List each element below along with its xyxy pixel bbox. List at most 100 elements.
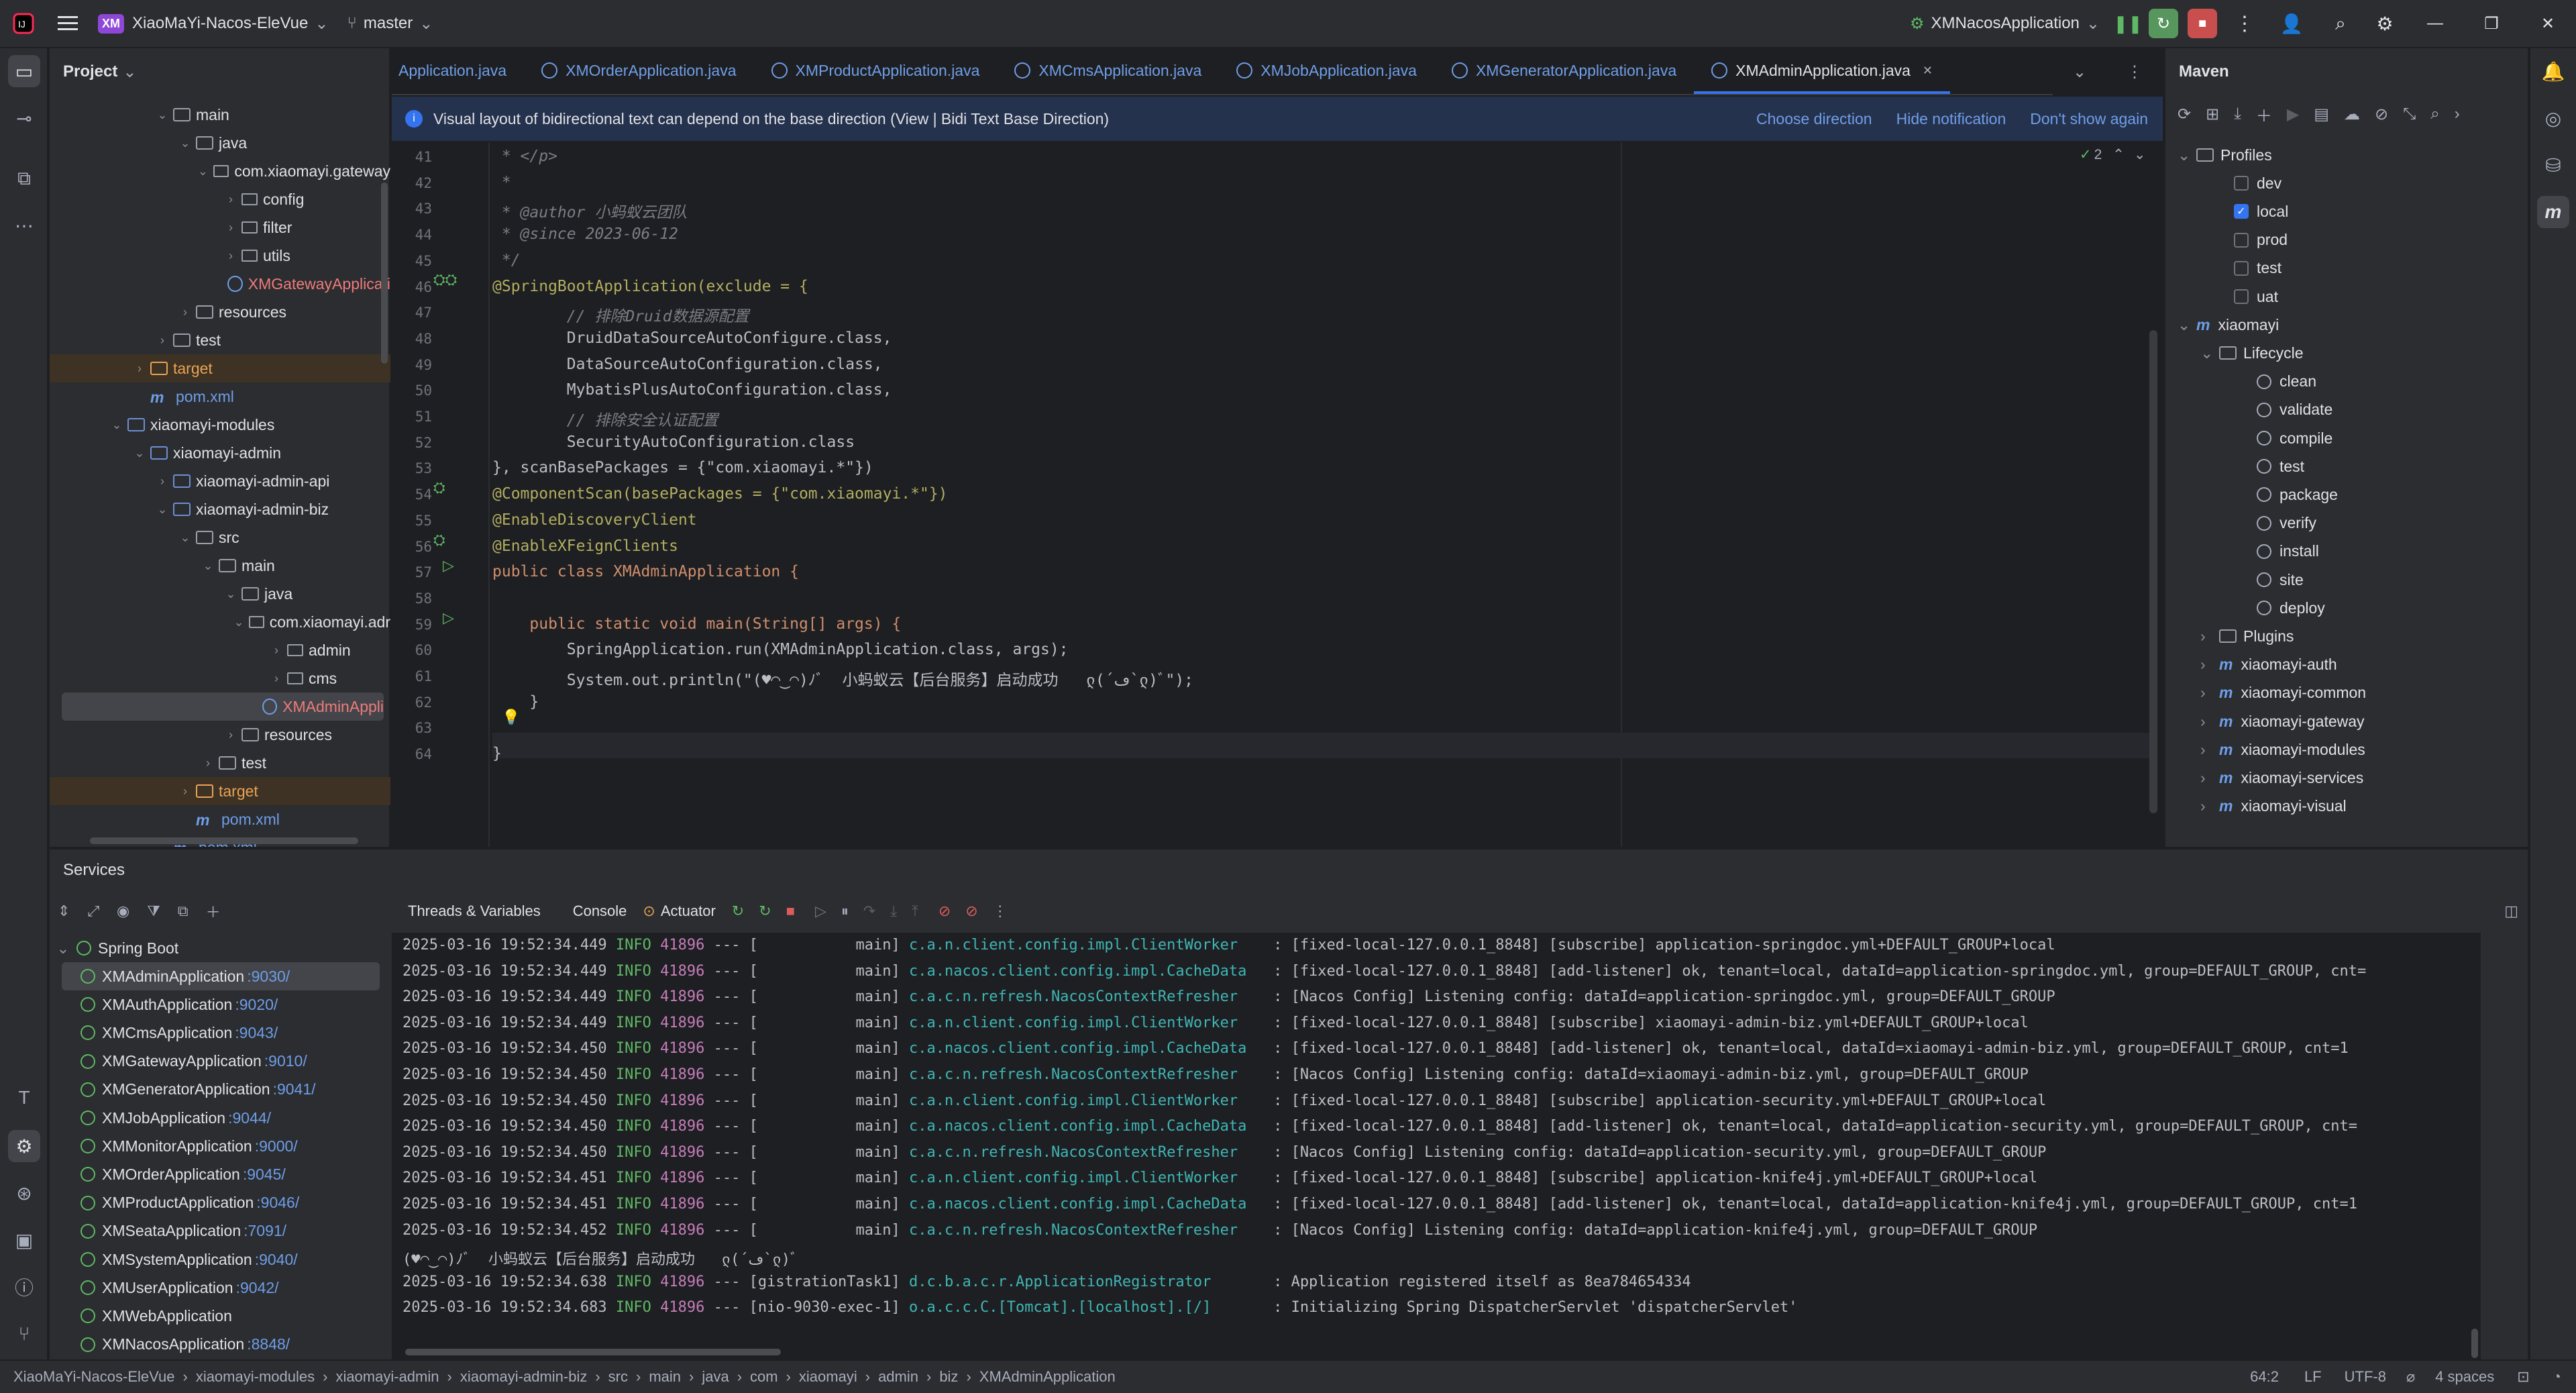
search-goal-icon[interactable]: ⌕ xyxy=(2430,105,2439,123)
service-port[interactable]: :9020/ xyxy=(235,996,278,1014)
maven-tree-item[interactable]: › m xiaomayi-modules xyxy=(2165,735,2528,764)
maven-tree-item[interactable]: ⌄ Profiles xyxy=(2165,141,2528,169)
intention-bulb-icon[interactable]: 💡 xyxy=(502,709,520,726)
breadcrumb-item[interactable]: java xyxy=(702,1368,729,1386)
inspection-widget[interactable]: ✓ 2 ⌃ ⌄ xyxy=(2080,146,2146,163)
project-scrollbar[interactable] xyxy=(381,183,388,364)
maven-tree-item[interactable]: prod xyxy=(2165,226,2528,254)
tree-item[interactable]: ⌄ xiaomayi-admin-biz xyxy=(50,495,390,523)
breadcrumb-item[interactable]: xiaomayi xyxy=(799,1368,857,1386)
chevron-right-icon[interactable]: › xyxy=(200,756,216,770)
dont-show-again-link[interactable]: Don't show again xyxy=(2030,110,2148,128)
step-over-icon[interactable]: ↷ xyxy=(863,902,875,920)
service-item[interactable]: XMCmsApplication:9043/ xyxy=(50,1019,385,1047)
chevron-right-icon[interactable]: › xyxy=(131,362,148,376)
service-item[interactable]: XMUserApplication:9042/ xyxy=(50,1274,385,1302)
filter-icon[interactable]: ⧩ xyxy=(147,902,160,920)
tree-item[interactable]: ⌄ java xyxy=(50,129,390,157)
project-switcher[interactable]: XM XiaoMaYi-Nacos-EleVue ⌄ xyxy=(89,0,337,48)
chevron-down-icon[interactable]: ⌄ xyxy=(2178,146,2196,164)
maven-tree-item[interactable]: compile xyxy=(2165,424,2528,452)
editor-tab[interactable]: XMOrderApplication.java xyxy=(524,48,753,94)
maven-tree-item[interactable]: ✓ local xyxy=(2165,197,2528,225)
chevron-right-icon[interactable]: › xyxy=(268,643,284,658)
app-logo-icon[interactable]: IJ xyxy=(0,0,47,48)
tree-item[interactable]: ⌄ src xyxy=(50,523,390,552)
editor-tab[interactable]: XMCmsApplication.java xyxy=(997,48,1219,94)
service-port[interactable]: :9040/ xyxy=(255,1251,298,1269)
maven-file-icon[interactable]: ▤ xyxy=(2314,105,2329,124)
line-separator[interactable]: LF xyxy=(2304,1368,2322,1386)
chevron-down-icon[interactable]: ⌄ xyxy=(2178,316,2196,334)
maven-tree-item[interactable]: clean xyxy=(2165,368,2528,396)
chevron-down-icon[interactable]: ⌄ xyxy=(223,587,239,601)
tree-item[interactable]: m pom.xml xyxy=(50,805,390,833)
chevron-right-icon[interactable]: › xyxy=(2200,684,2219,702)
indent-setting[interactable]: 4 spaces xyxy=(2435,1368,2494,1386)
pause-icon[interactable]: ❚❚ xyxy=(2109,0,2147,48)
chevron-right-icon[interactable]: › xyxy=(154,333,170,348)
project-hscrollbar[interactable] xyxy=(90,837,358,844)
breadcrumb-item[interactable]: xiaomayi-admin-biz xyxy=(460,1368,588,1386)
problems-icon[interactable]: ⓘ xyxy=(8,1271,40,1303)
chevron-right-icon[interactable]: › xyxy=(2200,797,2219,815)
tree-item[interactable]: › cms xyxy=(50,664,390,692)
run-class-gutter-icon[interactable]: ▷ xyxy=(443,557,454,574)
profile-checkbox[interactable]: ✓ xyxy=(2234,204,2249,219)
service-port[interactable]: :9010/ xyxy=(264,1052,307,1070)
maven-tree-item[interactable]: verify xyxy=(2165,509,2528,537)
close-window-button[interactable]: ✕ xyxy=(2520,0,2576,48)
rerun-button[interactable]: ↻ xyxy=(2147,0,2180,48)
tree-item[interactable]: › target xyxy=(50,777,390,805)
service-item[interactable]: XMOrderApplication:9045/ xyxy=(50,1160,385,1188)
tree-item[interactable]: › resources xyxy=(50,721,390,749)
tree-item[interactable]: › xiaomayi-admin-api xyxy=(50,467,390,495)
git-icon[interactable]: ⑂ xyxy=(8,1318,40,1350)
more-icon[interactable]: ⋮ xyxy=(993,902,1008,920)
offline-icon[interactable]: ☁ xyxy=(2344,105,2360,124)
more-tools-icon[interactable]: ⋯ xyxy=(8,209,40,242)
breadcrumb-item[interactable]: admin xyxy=(878,1368,918,1386)
console-vscrollbar[interactable] xyxy=(2471,1329,2478,1358)
memory-indicator-icon[interactable]: ◔ xyxy=(2553,1368,2561,1386)
editor-tab[interactable]: Application.java xyxy=(392,48,524,94)
no-edit-icon[interactable]: ⌀ xyxy=(2406,1368,2415,1386)
step-out-icon[interactable]: ⤒ xyxy=(912,902,918,920)
services-group-spring-boot[interactable]: ⌄ Spring Boot xyxy=(50,934,385,962)
chevron-down-icon[interactable]: ⌄ xyxy=(2134,146,2146,163)
service-port[interactable]: :9042/ xyxy=(236,1279,279,1297)
step-into-icon[interactable]: ⤓ xyxy=(890,902,897,920)
tree-item[interactable]: › target xyxy=(50,354,390,382)
chevron-right-icon[interactable]: › xyxy=(2200,627,2219,646)
service-port[interactable]: :9000/ xyxy=(255,1137,298,1155)
service-item[interactable]: XMGeneratorApplication:9041/ xyxy=(50,1076,385,1104)
lock-icon[interactable]: ⊡ xyxy=(2517,1368,2529,1386)
chevron-right-icon[interactable]: › xyxy=(2200,713,2219,731)
run-goal-icon[interactable]: ▶ xyxy=(2287,105,2299,124)
service-port[interactable]: :9044/ xyxy=(228,1109,271,1127)
service-item[interactable]: XMSystemApplication:9040/ xyxy=(50,1245,385,1274)
terminal-icon[interactable]: ▣ xyxy=(8,1224,40,1256)
run-main-gutter-icon[interactable]: ▷ xyxy=(443,609,454,627)
breadcrumb-item[interactable]: xiaomayi-admin xyxy=(335,1368,439,1386)
service-port[interactable]: :9041/ xyxy=(273,1080,316,1098)
maven-tree-item[interactable]: site xyxy=(2165,566,2528,594)
maven-tree-item[interactable]: › m xiaomayi-auth xyxy=(2165,651,2528,679)
tab-more-icon[interactable]: ⋮ xyxy=(2127,62,2143,82)
tree-item[interactable]: ⌄ xiaomayi-modules xyxy=(50,411,390,439)
structure-icon[interactable]: ⧉ xyxy=(8,162,40,195)
maven-tree-item[interactable]: › Plugins xyxy=(2165,622,2528,650)
chevron-down-icon[interactable]: ⌄ xyxy=(231,615,246,629)
chevron-right-icon[interactable]: › xyxy=(154,474,170,488)
restore-button[interactable]: ❐ xyxy=(2463,0,2520,48)
maven-tree-item[interactable]: ⌄ Lifecycle xyxy=(2165,339,2528,367)
chevron-down-icon[interactable]: ⌄ xyxy=(109,418,125,432)
tree-item[interactable]: › utils xyxy=(50,242,390,270)
service-item[interactable]: XMAdminApplication:9030/ xyxy=(62,962,380,990)
run-config-selector[interactable]: ⚙ XMNacosApplication ⌄ xyxy=(1900,0,2109,48)
maven-tree-item[interactable]: dev xyxy=(2165,169,2528,197)
service-item[interactable]: XMProductApplication:9046/ xyxy=(50,1189,385,1217)
branch-switcher[interactable]: ⑂ master ⌄ xyxy=(337,0,442,48)
console-hscrollbar[interactable] xyxy=(405,1349,781,1355)
code-with-me-icon[interactable]: 👤 xyxy=(2265,0,2318,48)
